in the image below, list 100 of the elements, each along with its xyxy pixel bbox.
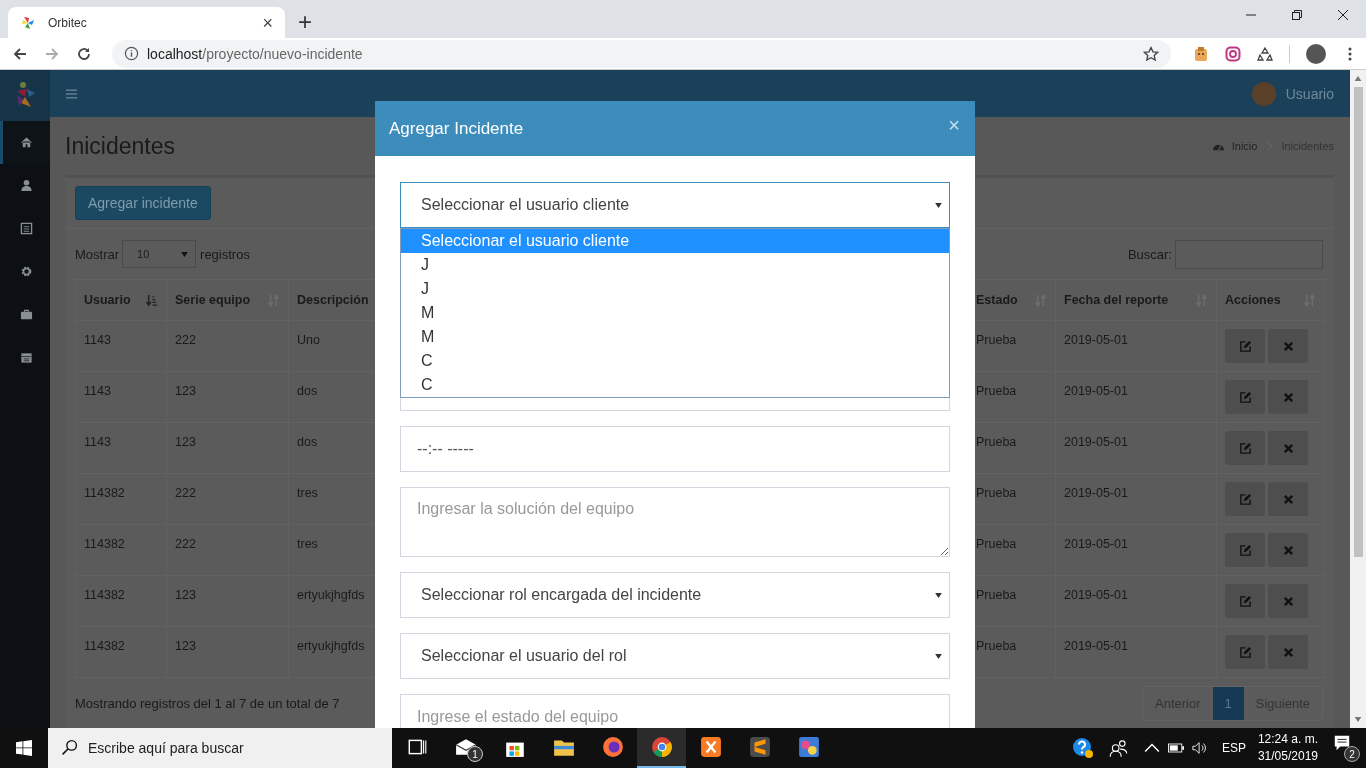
recycle-icon[interactable] [1257, 45, 1273, 62]
profile-avatar[interactable] [1306, 43, 1326, 64]
dropdown-option[interactable]: J [401, 277, 949, 301]
select-field[interactable]: Seleccionar el usuario cliente [400, 182, 950, 228]
settings-icon [20, 265, 33, 278]
edit-icon [1238, 390, 1252, 404]
game-icon [797, 736, 820, 758]
caret-icon [181, 251, 189, 257]
chevron-up-icon[interactable] [1143, 741, 1160, 755]
battery-icon[interactable] [1167, 741, 1184, 755]
table-cell: 123 [166, 372, 288, 422]
briefcase-icon [20, 308, 33, 321]
search-icon [61, 739, 78, 756]
table-cell: 123 [166, 627, 288, 677]
dropdown-option[interactable]: C [401, 349, 949, 373]
taskbar-app[interactable]: 1 [441, 728, 490, 768]
tab-title: Orbitec [48, 15, 88, 30]
delete-button[interactable] [1268, 635, 1308, 669]
language-indicator[interactable]: ESP [1221, 741, 1246, 755]
home-icon [20, 136, 33, 149]
address-field[interactable]: localhost/proyecto/nuevo-incidente [112, 39, 1171, 68]
windows-start-icon[interactable] [16, 740, 32, 756]
table-cell: 2019-05-01 [1055, 525, 1216, 575]
scroll-up-icon[interactable] [1354, 76, 1362, 81]
edit-icon [1238, 492, 1252, 506]
taskbar-app[interactable] [637, 728, 686, 768]
speaker-icon[interactable] [1191, 741, 1208, 755]
table-cell: 2019-05-01 [1055, 321, 1216, 371]
search-label: Buscar: [1127, 246, 1172, 262]
browser-tab[interactable]: Orbitec × [8, 7, 285, 38]
extension-icon[interactable] [1193, 45, 1209, 62]
dropdown-option[interactable]: C [401, 373, 949, 397]
scroll-down-icon[interactable] [1354, 717, 1362, 722]
camera-icon[interactable] [1225, 45, 1241, 62]
browser-icon [650, 736, 673, 758]
reload-icon[interactable] [76, 45, 92, 62]
close-icon [1281, 390, 1295, 404]
table-cell: 2019-05-01 [1055, 627, 1216, 677]
forward-arrow-icon[interactable] [44, 45, 60, 62]
new-tab-button[interactable]: + [298, 10, 312, 34]
close-icon [1281, 543, 1295, 557]
delete-button[interactable] [1268, 380, 1308, 414]
table-cell-text: 114382 [83, 485, 126, 502]
message-icon [1332, 734, 1352, 752]
delete-button[interactable] [1268, 584, 1308, 618]
records-label: registros [200, 246, 250, 262]
edit-icon [1238, 594, 1252, 608]
delete-button[interactable] [1268, 431, 1308, 465]
close-icon [1281, 492, 1295, 506]
input-field[interactable]: Ingrese el estado del equipo [400, 694, 950, 728]
notifications-button[interactable]: 2 [1332, 734, 1358, 762]
show-label: Mostrar [75, 246, 120, 262]
calendar-icon [20, 351, 33, 364]
app-icon [699, 736, 722, 758]
table-cell-text: 1143 [83, 383, 112, 400]
dropdown-option[interactable]: J [401, 253, 949, 277]
caret-icon [935, 592, 942, 598]
select-field[interactable]: Seleccionar rol encargada del incidente [400, 572, 950, 618]
people-icon[interactable] [1107, 737, 1130, 759]
browser-icon [601, 736, 624, 758]
notification-badge: 1 [467, 746, 483, 762]
back-arrow-icon[interactable] [12, 45, 28, 62]
delete-button[interactable] [1268, 482, 1308, 516]
table-cell: 2019-05-01 [1055, 372, 1216, 422]
star-icon[interactable] [1143, 45, 1159, 62]
caret-icon [935, 653, 942, 659]
table-cell-text: 114382 [83, 638, 126, 655]
table-cell: 123 [166, 423, 288, 473]
close-icon [1281, 441, 1295, 455]
textarea-field[interactable]: Ingresar la solución del equipo [400, 487, 950, 557]
close-tab-button[interactable]: × [262, 13, 273, 32]
info-icon [124, 46, 139, 61]
editor-icon [748, 736, 771, 758]
records-info: Mostrando registros del 1 al 7 de un total de 7 [75, 695, 340, 711]
select-field[interactable]: Seleccionar el usuario del rol [400, 633, 950, 679]
user-icon [20, 179, 33, 192]
dropdown-option[interactable]: M [401, 325, 949, 349]
edit-icon [1238, 441, 1252, 455]
time-field[interactable]: --:-- ----- [400, 426, 950, 472]
table-cell: 222 [166, 321, 288, 371]
list-icon [20, 222, 33, 235]
url-text: localhost/proyecto/nuevo-incidente [147, 45, 364, 62]
modal-title: Agregar Incidente [389, 118, 524, 139]
close-icon [1281, 645, 1295, 659]
taskbar-clock[interactable]: 12:24 a. m. 31/05/2019 [1257, 731, 1318, 765]
caret-icon [935, 202, 942, 208]
table-cell: 2019-05-01 [1055, 423, 1216, 473]
table-cell: 123 [166, 576, 288, 626]
table-cell-text: 1143 [83, 332, 112, 349]
table-cell-text: 114382 [83, 587, 126, 604]
notification-count: 2 [1344, 746, 1360, 762]
taskbar-search-field[interactable]: Escribe aquí para buscar [48, 728, 392, 768]
delete-button[interactable] [1268, 533, 1308, 567]
table-cell-text: 114382 [83, 536, 126, 553]
edit-icon [1238, 339, 1252, 353]
scrollbar[interactable] [1350, 70, 1366, 728]
close-icon [1281, 339, 1295, 353]
help-icon[interactable] [1071, 737, 1094, 759]
close-icon [1281, 594, 1295, 608]
delete-button[interactable] [1268, 329, 1308, 363]
